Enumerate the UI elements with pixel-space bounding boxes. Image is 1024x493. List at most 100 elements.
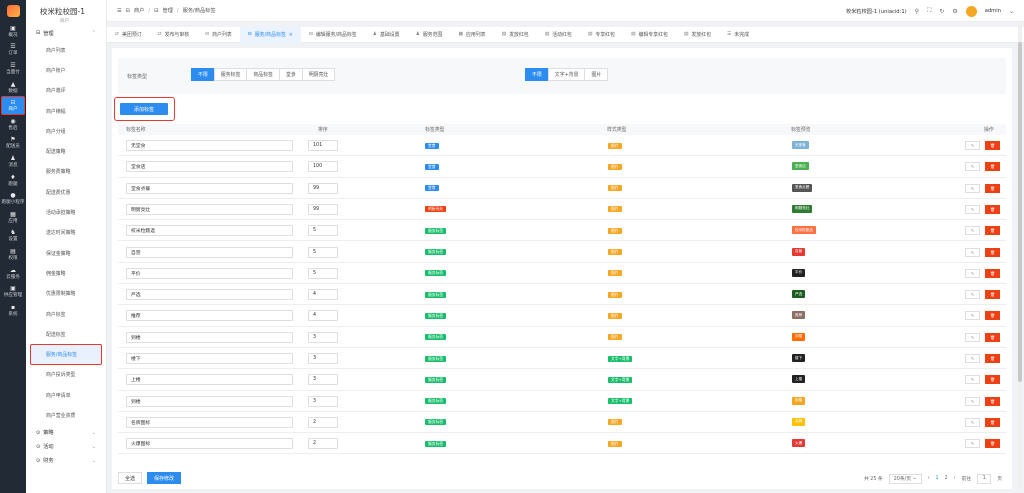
sidebar-item[interactable]: 商户账户	[26, 60, 106, 80]
add-tag-button[interactable]: 添加标签	[120, 103, 168, 115]
rail-item-1[interactable]: ☰ 订单	[0, 41, 26, 60]
sidebar-item[interactable]: 商户分组	[26, 121, 106, 141]
delete-button[interactable]: 🗑	[985, 268, 1000, 278]
style-filter-option[interactable]: 文字+背景	[547, 68, 586, 81]
tab-item[interactable]: ▤ 专享红包	[580, 27, 623, 43]
order-input[interactable]: 5	[308, 225, 338, 237]
delete-button[interactable]: 🗑	[985, 290, 1000, 300]
sidebar-item[interactable]: 配送费优惠	[26, 182, 106, 202]
order-input[interactable]: 2	[308, 416, 338, 428]
sidebar-item[interactable]: 服务费策略	[26, 162, 106, 182]
delete-button[interactable]: 🗑	[985, 375, 1000, 385]
search-icon[interactable]: ⚲	[915, 8, 919, 15]
delete-button[interactable]: 🗑	[985, 311, 1000, 321]
sidebar-item[interactable]: 商户营业资质	[26, 405, 106, 425]
order-input[interactable]: 3	[308, 395, 338, 407]
sidebar-item[interactable]: 配送标签	[26, 324, 106, 344]
tag-name-input[interactable]: 校米粒甄选	[126, 225, 293, 237]
tag-name-input[interactable]: 楼下	[126, 353, 293, 364]
goto-page-input[interactable]: 1	[977, 473, 992, 484]
tag-name-input[interactable]: 严选	[126, 289, 293, 301]
delete-button[interactable]: 🗑	[985, 332, 1000, 342]
refresh-icon[interactable]: ↻	[939, 8, 944, 15]
tag-name-input[interactable]: 火爆图标	[126, 438, 293, 450]
tab-item[interactable]: ⇄ 发布与审核	[150, 27, 198, 43]
rail-item-2[interactable]: ☰ 当面付	[0, 59, 26, 78]
edit-button[interactable]: ✎	[965, 226, 980, 236]
tag-name-input[interactable]: 推荐	[126, 310, 293, 322]
tag-name-input[interactable]: 自营	[126, 246, 293, 258]
delete-button[interactable]: 🗑	[985, 439, 1000, 449]
edit-button[interactable]: ✎	[965, 247, 980, 257]
rail-item-7[interactable]: ♟ 消息	[0, 152, 26, 171]
sidebar-item[interactable]: 商户邀评	[26, 81, 106, 101]
edit-button[interactable]: ✎	[965, 268, 980, 278]
prev-page-icon[interactable]: ‹	[928, 476, 930, 481]
tab-item[interactable]: ⊟ 商户列表	[197, 27, 240, 43]
sidebar-item[interactable]: 商户申请单	[26, 385, 106, 405]
sidebar-item[interactable]: 送达时间策略	[26, 223, 106, 243]
user-name[interactable]: admin	[985, 8, 1001, 14]
sidebar-item[interactable]: 配送策略	[26, 141, 106, 161]
settings-icon[interactable]: ⚙	[952, 8, 957, 15]
sidebar-item[interactable]: 商户横幅	[26, 101, 106, 121]
scrollbar-thumb[interactable]	[1018, 42, 1022, 382]
delete-button[interactable]: 🗑	[985, 417, 1000, 427]
delete-button[interactable]: 🗑	[985, 354, 1000, 363]
edit-button[interactable]: ✎	[965, 375, 980, 385]
tab-item[interactable]: ▤ 编辑专享红包	[623, 27, 676, 43]
delete-button[interactable]: 🗑	[985, 396, 1000, 406]
sidebar-item[interactable]: 保证金策略	[26, 243, 106, 263]
crumb-1[interactable]: 商户	[134, 7, 144, 14]
tab-item[interactable]: ⊟ 服务/商品标签 ×	[239, 26, 301, 43]
page-1[interactable]: 1	[936, 476, 939, 481]
rail-item-3[interactable]: ▲ 数据	[0, 78, 26, 97]
tag-name-input[interactable]: 明厨亮灶	[126, 203, 293, 215]
tag-name-input[interactable]: 平价	[126, 267, 293, 279]
next-page-icon[interactable]: ›	[954, 476, 956, 481]
delete-button[interactable]: 🗑	[985, 247, 1000, 257]
type-filter-option[interactable]: 商品标签	[246, 68, 280, 81]
edit-button[interactable]: ✎	[965, 417, 980, 427]
select-all-button[interactable]: 全选	[118, 472, 143, 484]
tag-name-input[interactable]: 到楼	[126, 331, 293, 343]
edit-button[interactable]: ✎	[965, 162, 980, 172]
sidebar-item[interactable]: 优惠限制策略	[26, 284, 106, 304]
delete-button[interactable]: 🗑	[985, 183, 1000, 193]
order-input[interactable]: 5	[308, 267, 338, 279]
rail-item-4[interactable]: ⊟ 商户	[1, 96, 25, 115]
current-store[interactable]: 校米粒校园-1 (uniacid:1)	[846, 8, 907, 15]
rail-item-8[interactable]: ♦ 跑腿	[0, 171, 26, 190]
tab-item[interactable]: ▤ 发放红包	[676, 27, 719, 43]
delete-button[interactable]: 🗑	[985, 141, 1000, 150]
style-filter-option[interactable]: 不限	[525, 68, 549, 81]
crumb-2[interactable]: 管理	[163, 7, 173, 14]
rail-item-12[interactable]: ▤ 权限	[0, 245, 26, 264]
group-manage[interactable]: ⊟ 管理 ⌃	[26, 26, 106, 40]
edit-button[interactable]: ✎	[965, 141, 980, 150]
delete-button[interactable]: 🗑	[985, 226, 1000, 236]
save-button[interactable]: 保存修改	[147, 472, 182, 484]
rail-item-13[interactable]: ☁ 云服务	[0, 264, 26, 283]
tab-item[interactable]: ▦ 应用列表	[450, 27, 493, 43]
menu-toggle-icon[interactable]: ☰	[117, 8, 122, 14]
sidebar-item[interactable]: 服务/商品标签	[30, 344, 102, 365]
rail-item-5[interactable]: ◉ 售后	[0, 115, 26, 134]
delete-button[interactable]: 🗑	[985, 204, 1000, 214]
order-input[interactable]: 3	[308, 374, 338, 386]
edit-button[interactable]: ✎	[965, 204, 980, 214]
tab-item[interactable]: ▤ 活动红包	[537, 27, 580, 43]
tag-name-input[interactable]: 名牌图标	[126, 416, 293, 428]
order-input[interactable]: 2	[308, 438, 338, 450]
sidebar-item[interactable]: 活动承担策略	[26, 202, 106, 222]
type-filter-option[interactable]: 不限	[191, 68, 215, 81]
tab-item[interactable]: ⇄ 美团预订	[107, 27, 150, 43]
edit-button[interactable]: ✎	[965, 354, 980, 363]
rail-item-14[interactable]: ▣ 供应管理	[0, 282, 26, 301]
order-input[interactable]: 4	[308, 310, 338, 322]
type-filter-option[interactable]: 堂食	[278, 68, 303, 81]
style-filter-option[interactable]: 图片	[584, 68, 609, 81]
delete-button[interactable]: 🗑	[985, 162, 1000, 172]
order-input[interactable]: 99	[308, 203, 338, 215]
tab-item[interactable]: ⊟ 编辑服务/商品标签	[301, 27, 365, 43]
